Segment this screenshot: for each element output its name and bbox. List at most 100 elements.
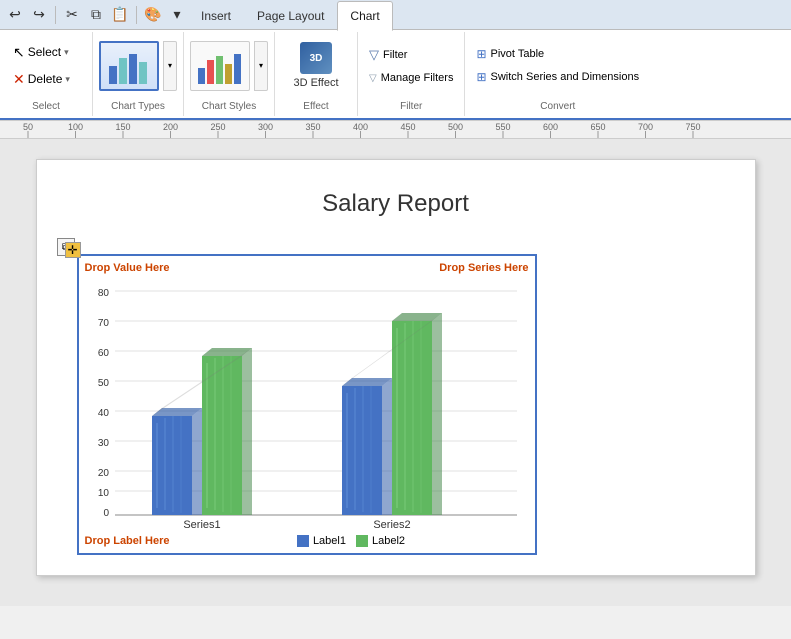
- paste-button[interactable]: 📋: [109, 4, 131, 26]
- dropdown-button[interactable]: ▾: [166, 4, 188, 26]
- ribbon-group-convert: ⊞ Pivot Table ⊞ Switch Series and Dimens…: [465, 32, 650, 116]
- svg-text:40: 40: [97, 408, 109, 419]
- svg-text:10: 10: [97, 488, 109, 499]
- ribbon-group-chart-styles: ▾ Chart Styles: [184, 32, 275, 116]
- tab-page-layout[interactable]: Page Layout: [244, 1, 337, 31]
- format-painter-button[interactable]: 🎨: [142, 4, 164, 26]
- ribbon-group-effect: 3D 3D Effect Effect: [275, 32, 358, 116]
- chart-types-content: ▾: [99, 34, 177, 97]
- svg-text:450: 450: [400, 122, 415, 132]
- chart-types-label: Chart Types: [99, 97, 177, 112]
- ribbon: ↖ Select ▾ ✕ Delete ▾ Select: [0, 30, 791, 120]
- separator-2: [136, 6, 137, 24]
- chart-styles-dropdown[interactable]: ▾: [254, 41, 268, 91]
- drop-label-label: Drop Label Here: [85, 535, 170, 547]
- ribbon-group-select: ↖ Select ▾ ✕ Delete ▾ Select: [0, 32, 93, 116]
- select-group-content: ↖ Select ▾ ✕ Delete ▾: [6, 34, 86, 97]
- switch-series-icon: ⊞: [476, 70, 486, 84]
- tab-insert[interactable]: Insert: [188, 1, 244, 31]
- svg-text:30: 30: [97, 438, 109, 449]
- chart-container: ✛ Drop Value Here Drop Series Here 80 70…: [77, 254, 537, 555]
- chart-move-handle[interactable]: ✛: [65, 242, 81, 258]
- report-title: Salary Report: [57, 180, 735, 228]
- svg-text:150: 150: [115, 122, 130, 132]
- select-dropdown-arrow: ▾: [64, 47, 69, 58]
- svg-text:70: 70: [97, 318, 109, 329]
- chart-style-svg: [195, 46, 245, 86]
- convert-group-label: Convert: [471, 97, 644, 112]
- chart-styles-content: ▾: [190, 34, 268, 97]
- tab-chart[interactable]: Chart: [337, 1, 392, 31]
- copy-button[interactable]: ⧉: [85, 4, 107, 26]
- svg-text:750: 750: [685, 122, 700, 132]
- svg-text:350: 350: [305, 122, 320, 132]
- select-group-label: Select: [6, 97, 86, 112]
- chart-box[interactable]: Drop Value Here Drop Series Here 80 70 6…: [77, 254, 537, 555]
- drop-value-label: Drop Value Here: [85, 262, 170, 274]
- pivot-table-label: Pivot Table: [491, 48, 545, 60]
- filter-button[interactable]: ▽ Filter: [364, 44, 458, 66]
- manage-filters-icon: ▽: [369, 73, 377, 84]
- manage-filters-button[interactable]: ▽ Manage Filters: [364, 69, 458, 87]
- switch-series-label: Switch Series and Dimensions: [491, 71, 640, 83]
- chart-type-svg: [104, 46, 154, 86]
- svg-text:500: 500: [448, 122, 463, 132]
- delete-dropdown-arrow: ▾: [65, 74, 70, 85]
- effect-3d-label: 3D Effect: [293, 77, 338, 89]
- chart-styles-label: Chart Styles: [190, 97, 268, 112]
- separator-1: [55, 6, 56, 24]
- delete-icon: ✕: [13, 71, 25, 88]
- manage-filters-label: Manage Filters: [381, 72, 454, 84]
- tab-bar: ↩ ↪ ✂ ⧉ 📋 🎨 ▾ Insert Page Layout Chart: [0, 0, 791, 30]
- svg-text:550: 550: [495, 122, 510, 132]
- chart-style-preview[interactable]: [190, 41, 250, 91]
- cut-button[interactable]: ✂: [61, 4, 83, 26]
- drop-series-label: Drop Series Here: [439, 262, 528, 274]
- svg-text:600: 600: [543, 122, 558, 132]
- chart-legend: Label1 Label2: [297, 535, 405, 547]
- legend-item-label1: Label1: [297, 535, 346, 547]
- effect-group-label: Effect: [281, 97, 351, 112]
- tab-menu-bar: Insert Page Layout Chart: [188, 0, 393, 30]
- ruler: 5010015020025030035040045050055060065070…: [0, 121, 791, 139]
- chart-types-dropdown[interactable]: ▾: [163, 41, 177, 91]
- pivot-table-icon: ⊞: [476, 47, 486, 61]
- svg-text:60: 60: [97, 348, 109, 359]
- canvas-area[interactable]: ⧉ Salary Report ✛ Drop Value Here Drop S…: [0, 139, 791, 606]
- svg-text:650: 650: [590, 122, 605, 132]
- svg-text:300: 300: [258, 122, 273, 132]
- chart-type-preview[interactable]: [99, 41, 159, 91]
- effect-3d-icon: 3D: [300, 42, 332, 74]
- legend-text-label2: Label2: [372, 535, 405, 547]
- toolbar: ↩ ↪ ✂ ⧉ 📋 🎨 ▾ Insert Page Layout Chart ↖…: [0, 0, 791, 121]
- svg-text:400: 400: [353, 122, 368, 132]
- chart-svg: 80 70 60 50 40 30 20 10 0: [85, 278, 529, 528]
- select-label: Select: [28, 45, 61, 59]
- effect-3d-button[interactable]: 3D 3D Effect: [281, 38, 351, 93]
- pivot-table-button[interactable]: ⊞ Pivot Table: [471, 44, 644, 64]
- svg-text:50: 50: [97, 378, 109, 389]
- legend-text-label1: Label1: [313, 535, 346, 547]
- select-button[interactable]: ↖ Select ▾: [6, 40, 86, 65]
- convert-row: ⊞ Pivot Table ⊞ Switch Series and Dimens…: [471, 44, 644, 87]
- undo-button[interactable]: ↩: [4, 4, 26, 26]
- filter-label: Filter: [383, 49, 407, 61]
- svg-text:100: 100: [68, 122, 83, 132]
- convert-content: ⊞ Pivot Table ⊞ Switch Series and Dimens…: [471, 34, 644, 97]
- svg-text:0: 0: [103, 508, 109, 519]
- switch-series-button[interactable]: ⊞ Switch Series and Dimensions: [471, 67, 644, 87]
- redo-button[interactable]: ↪: [28, 4, 50, 26]
- ribbon-group-filter: ▽ Filter ▽ Manage Filters Filter: [358, 32, 465, 116]
- delete-button[interactable]: ✕ Delete ▾: [6, 67, 86, 92]
- filter-row: ▽ Filter ▽ Manage Filters: [364, 44, 458, 87]
- delete-label: Delete: [28, 72, 63, 86]
- effect-content: 3D 3D Effect: [281, 34, 351, 97]
- svg-text:700: 700: [638, 122, 653, 132]
- filter-content: ▽ Filter ▽ Manage Filters: [364, 34, 458, 97]
- svg-text:80: 80: [97, 288, 109, 299]
- filter-group-label: Filter: [364, 97, 458, 112]
- select-arrow-icon: ↖: [13, 44, 25, 61]
- svg-text:Series1: Series1: [183, 519, 220, 528]
- select-column: ↖ Select ▾ ✕ Delete ▾: [6, 40, 86, 92]
- legend-color-label1: [297, 535, 309, 547]
